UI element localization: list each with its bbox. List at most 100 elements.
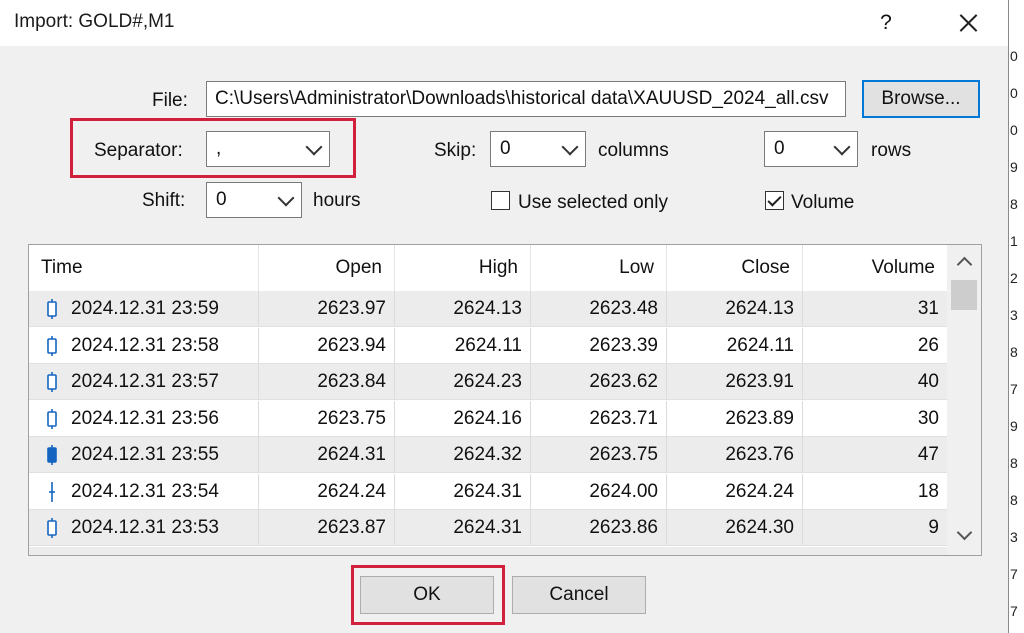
background-digit: 9: [1010, 418, 1018, 434]
file-label: File:: [152, 90, 188, 111]
cell-high: 2624.16: [395, 400, 531, 436]
cell-high: 2624.31: [395, 473, 531, 509]
cell-close: 2624.13: [667, 291, 803, 326]
skip-columns-value: 0: [500, 138, 511, 159]
background-digit: 3: [1010, 307, 1018, 323]
cell-open: 2623.84: [259, 364, 395, 399]
cell-volume: 9: [928, 517, 939, 538]
table-row[interactable]: 2024.12.31 23:56 2623.75 2624.16 2623.71 262…: [29, 400, 947, 437]
column-header-volume[interactable]: Volume: [803, 245, 947, 291]
background-digit: 9: [1010, 159, 1018, 175]
skip-rows-label: rows: [871, 140, 912, 161]
import-dialog: Import: GOLD#,M1 ? File: C:\Users\Admini…: [0, 0, 1009, 633]
background-digit: 7: [1010, 566, 1018, 582]
cell-high: 2624.23: [395, 364, 531, 399]
shift-value: 0: [216, 189, 227, 210]
cell-time: 2024.12.31 23:56: [29, 400, 259, 436]
cell-open: 2623.97: [259, 291, 395, 326]
cancel-button[interactable]: Cancel: [512, 576, 646, 614]
cell-close: 2623.76: [667, 437, 803, 472]
background-digit: 7: [1010, 381, 1018, 397]
skip-columns-label: columns: [598, 140, 669, 161]
cell-open: 2624.31: [259, 437, 395, 472]
cell-low: 2624.00: [531, 473, 667, 509]
ok-highlight-box: [351, 565, 505, 625]
cell-time: 2024.12.31 23:59: [29, 291, 259, 326]
cell-volume: 40: [917, 371, 939, 392]
cell-time: 2024.12.31 23:58: [29, 327, 259, 363]
cell-open: 2623.94: [259, 327, 395, 363]
cell-high: 2624.31: [395, 510, 531, 545]
use-selected-only-checkbox[interactable]: [491, 191, 510, 210]
skip-rows-combo[interactable]: 0: [764, 131, 858, 167]
column-header-time[interactable]: Time: [29, 245, 259, 291]
background-digit: 8: [1010, 492, 1018, 508]
scroll-up-icon[interactable]: [949, 250, 979, 274]
cell-low: 2623.48: [531, 291, 667, 326]
column-header-high[interactable]: High: [395, 245, 531, 291]
cell-volume: 30: [917, 407, 939, 429]
shift-label: Shift:: [142, 190, 186, 211]
title-bar: Import: GOLD#,M1 ?: [0, 0, 1008, 46]
shift-unit-label: hours: [313, 190, 361, 211]
cell-low: 2623.75: [531, 437, 667, 472]
background-digit: 8: [1010, 196, 1018, 212]
table-row[interactable]: 2024.12.31 23:57 2623.84 2624.23 2623.62 262…: [29, 364, 947, 400]
bullish-candle-icon: [47, 299, 57, 319]
table-row[interactable]: 2024.12.31 23:58 2623.94 2624.11 2623.39 262…: [29, 327, 947, 364]
close-icon[interactable]: [950, 6, 986, 40]
browse-button[interactable]: Browse...: [862, 80, 980, 118]
file-path-field[interactable]: C:\Users\Administrator\Downloads\histori…: [206, 81, 846, 117]
use-selected-only-label[interactable]: Use selected only: [518, 192, 668, 214]
bullish-candle-icon: [47, 335, 57, 356]
cell-open: 2623.87: [259, 510, 395, 545]
bullish-candle-icon: [47, 408, 57, 429]
cell-high: 2624.13: [395, 291, 531, 326]
table-header: Time Open High Low Close Volume: [29, 245, 947, 292]
cell-low: 2623.71: [531, 400, 667, 436]
background-digit: 0: [1010, 48, 1018, 64]
background-digit: 0: [1010, 122, 1018, 138]
bullish-candle-icon: [47, 518, 57, 538]
cell-volume: 26: [917, 334, 939, 356]
chevron-down-icon: [277, 189, 295, 207]
cell-open: 2624.24: [259, 473, 395, 509]
background-digit: 8: [1010, 455, 1018, 471]
chevron-down-icon: [561, 138, 579, 156]
table-row-partial: [29, 546, 947, 555]
cell-close: 2624.24: [667, 473, 803, 509]
cell-low: 2623.62: [531, 364, 667, 399]
column-header-close[interactable]: Close: [667, 245, 803, 291]
cell-close: 2623.89: [667, 400, 803, 436]
cell-volume: 18: [917, 480, 939, 502]
cell-low: 2623.39: [531, 327, 667, 363]
column-header-open[interactable]: Open: [259, 245, 395, 291]
cell-high: 2624.11: [395, 327, 531, 363]
background-digit: 8: [1010, 344, 1018, 360]
cell-close: 2624.11: [667, 327, 803, 363]
cell-volume: 31: [917, 298, 939, 319]
scroll-thumb[interactable]: [951, 280, 977, 310]
separator-highlight-box: [70, 118, 356, 178]
window-title: Import: GOLD#,M1: [14, 11, 175, 32]
volume-checkbox[interactable]: [765, 191, 784, 210]
table-row[interactable]: 2024.12.31 23:53 2623.87 2624.31 2623.86 262…: [29, 510, 947, 546]
cell-close: 2623.91: [667, 364, 803, 399]
table-row[interactable]: 2024.12.31 23:55 2624.31 2624.32 2623.75 262…: [29, 437, 947, 473]
column-header-low[interactable]: Low: [531, 245, 667, 291]
scroll-down-icon[interactable]: [949, 524, 979, 548]
data-preview-table: Time Open High Low Close Volume 2024.12.31 23…: [28, 244, 982, 556]
bullish-candle-icon: [47, 372, 57, 392]
volume-option-label[interactable]: Volume: [791, 192, 854, 214]
background-digit: 3: [1010, 529, 1018, 545]
cell-close: 2624.30: [667, 510, 803, 545]
table-row[interactable]: 2024.12.31 23:54 2624.24 2624.31 2624.00 262…: [29, 473, 947, 510]
shift-combo[interactable]: 0: [206, 182, 302, 218]
table-row[interactable]: 2024.12.31 23:59 2623.97 2624.13 2623.48 262…: [29, 291, 947, 327]
bearish-candle-icon: [47, 445, 57, 465]
cell-open: 2623.75: [259, 400, 395, 436]
skip-rows-value: 0: [774, 138, 785, 159]
skip-columns-combo[interactable]: 0: [490, 131, 586, 167]
help-button[interactable]: ?: [868, 6, 904, 40]
cell-volume: 47: [917, 444, 939, 465]
